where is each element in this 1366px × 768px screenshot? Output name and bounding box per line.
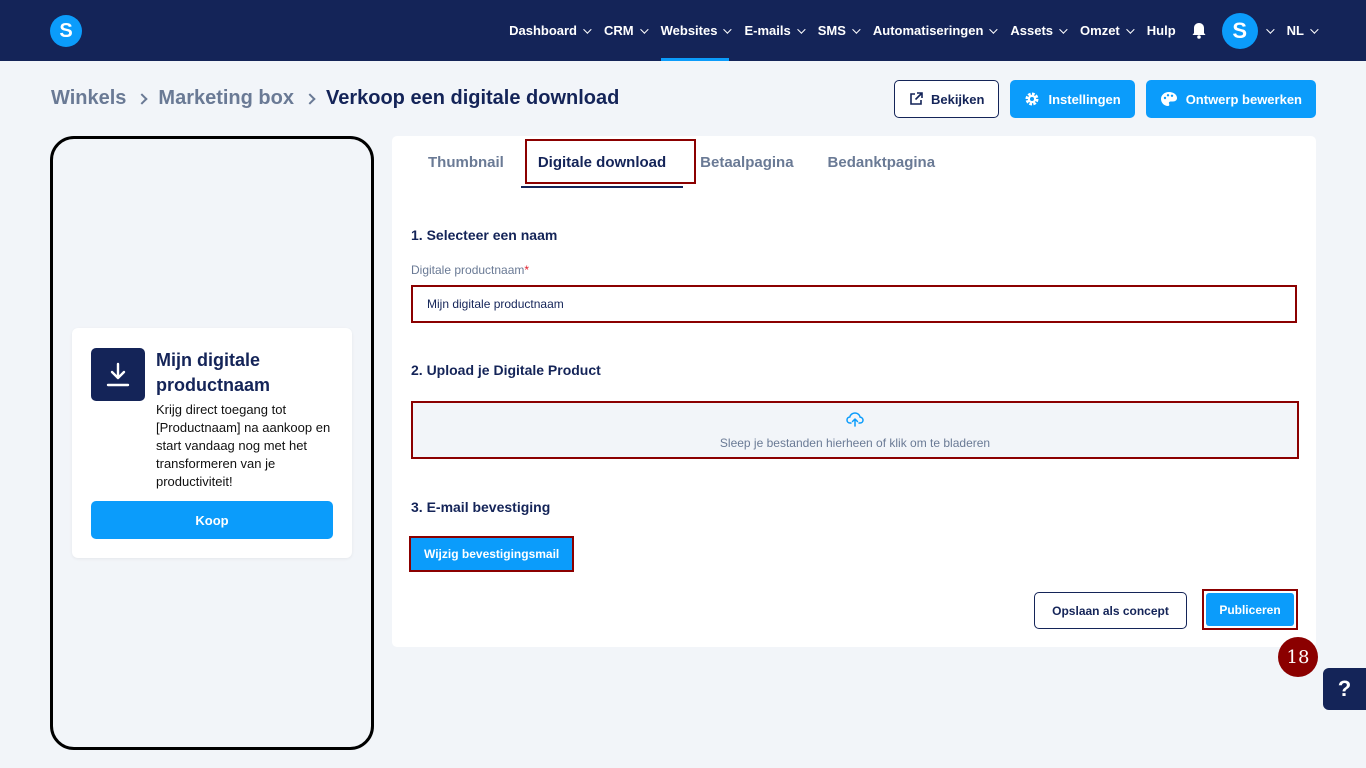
chevron-right-icon: [136, 92, 149, 105]
download-icon: [91, 348, 145, 401]
settings-button[interactable]: Instellingen: [1010, 80, 1135, 118]
chevron-down-icon: [639, 24, 649, 34]
tab-bar: Thumbnail Digitale download Betaalpagina…: [428, 136, 952, 188]
nav-label: Automatiseringen: [872, 23, 984, 38]
tab-betaalpagina[interactable]: Betaalpagina: [683, 136, 810, 188]
breadcrumb-item-marketing-box[interactable]: Marketing box: [158, 87, 294, 110]
cloud-upload-icon: [846, 411, 864, 432]
product-name-input[interactable]: Mijn digitale productnaam: [411, 285, 1297, 323]
chevron-down-icon: [796, 24, 806, 34]
nav-item-dashboard[interactable]: Dashboard: [509, 0, 592, 61]
nav-item-automatiseringen[interactable]: Automatiseringen: [872, 0, 999, 61]
nav-label: Dashboard: [509, 23, 577, 38]
nav-item-assets[interactable]: Assets: [1010, 0, 1068, 61]
avatar[interactable]: S: [1221, 12, 1258, 49]
nav-label: Hulp: [1146, 23, 1176, 38]
editor-panel: Thumbnail Digitale download Betaalpagina…: [392, 136, 1316, 647]
breadcrumb: Winkels Marketing box Verkoop een digita…: [51, 87, 619, 110]
section-title-upload: 2. Upload je Digitale Product: [411, 362, 601, 378]
product-name-label-text: Digitale productnaam: [411, 263, 525, 277]
step-marker-badge: 18: [1278, 637, 1318, 677]
buy-button[interactable]: Koop: [91, 501, 333, 539]
chevron-down-icon: [989, 24, 999, 34]
chevron-down-icon: [1125, 24, 1135, 34]
section-title-email: 3. E-mail bevestiging: [411, 499, 551, 515]
chevron-down-icon[interactable]: [1265, 24, 1275, 34]
tab-bedanktpagina[interactable]: Bedanktpagina: [811, 136, 953, 188]
nav-label: SMS: [817, 23, 846, 38]
palette-icon: [1160, 91, 1178, 107]
nav-label: Assets: [1010, 23, 1054, 38]
nav-item-emails[interactable]: E-mails: [744, 0, 806, 61]
upload-hint: Sleep je bestanden hierheen of klik om t…: [719, 435, 991, 450]
language-selector[interactable]: NL: [1286, 0, 1319, 61]
language-label: NL: [1286, 23, 1304, 38]
page-title: Verkoop een digitale download: [325, 87, 620, 109]
nav-item-websites[interactable]: Websites: [660, 0, 733, 61]
chevron-down-icon: [852, 24, 861, 34]
nav-label: CRM: [604, 23, 634, 38]
publish-button[interactable]: Publiceren: [1202, 589, 1298, 630]
nav-label: Omzet: [1080, 23, 1120, 38]
chevron-down-icon: [1059, 24, 1068, 34]
edit-confirmation-email-button[interactable]: Wijzig bevestigingsmail: [409, 536, 575, 572]
tab-thumbnail[interactable]: Thumbnail: [428, 136, 521, 188]
nav-item-crm[interactable]: CRM: [604, 0, 649, 61]
gear-icon: [1024, 91, 1040, 107]
main-nav: Dashboard CRM Websites E-mails SMS Autom…: [494, 0, 1319, 61]
chevron-down-icon: [583, 24, 592, 34]
app-logo[interactable]: S: [50, 15, 82, 47]
settings-button-label: Instellingen: [1048, 91, 1121, 107]
breadcrumb-item-winkels[interactable]: Winkels: [51, 87, 126, 110]
tab-digitale-download[interactable]: Digitale download: [520, 136, 684, 188]
edit-design-button[interactable]: Ontwerp bewerken: [1145, 80, 1316, 118]
product-preview-card: Mijn digitale productnaam Krijg direct t…: [72, 328, 352, 558]
save-draft-button[interactable]: Opslaan als concept: [1034, 592, 1187, 629]
bell-icon[interactable]: [1192, 22, 1206, 39]
section-title-name: 1. Selecteer een naam: [411, 227, 558, 243]
required-marker: *: [524, 263, 530, 277]
nav-item-sms[interactable]: SMS: [817, 0, 861, 61]
help-button[interactable]: ?: [1323, 668, 1366, 710]
preview-product-title: Mijn digitale productnaam: [156, 350, 271, 395]
header-actions: Bekijken Instellingen Ontwerp bewerken: [883, 80, 1316, 118]
nav-label: Websites: [660, 23, 718, 38]
external-link-icon: [909, 92, 923, 106]
chevron-down-icon: [723, 24, 733, 34]
edit-design-button-label: Ontwerp bewerken: [1185, 91, 1302, 107]
file-upload-dropzone[interactable]: Sleep je bestanden hierheen of klik om t…: [411, 401, 1299, 459]
nav-item-omzet[interactable]: Omzet: [1080, 0, 1135, 61]
nav-item-hulp[interactable]: Hulp: [1147, 0, 1176, 61]
top-navigation-bar: S Dashboard CRM Websites E-mails SMS Aut…: [0, 0, 1366, 61]
product-name-label: Digitale productnaam*: [411, 263, 529, 277]
view-button-label: Bekijken: [930, 91, 985, 107]
preview-product-description: Krijg direct toegang tot [Productnaam] n…: [156, 402, 331, 489]
view-button[interactable]: Bekijken: [893, 80, 1000, 118]
publish-button-label: Publiceren: [1206, 593, 1294, 626]
nav-label: E-mails: [744, 23, 791, 38]
chevron-right-icon: [304, 92, 316, 105]
chevron-down-icon: [1310, 24, 1319, 34]
